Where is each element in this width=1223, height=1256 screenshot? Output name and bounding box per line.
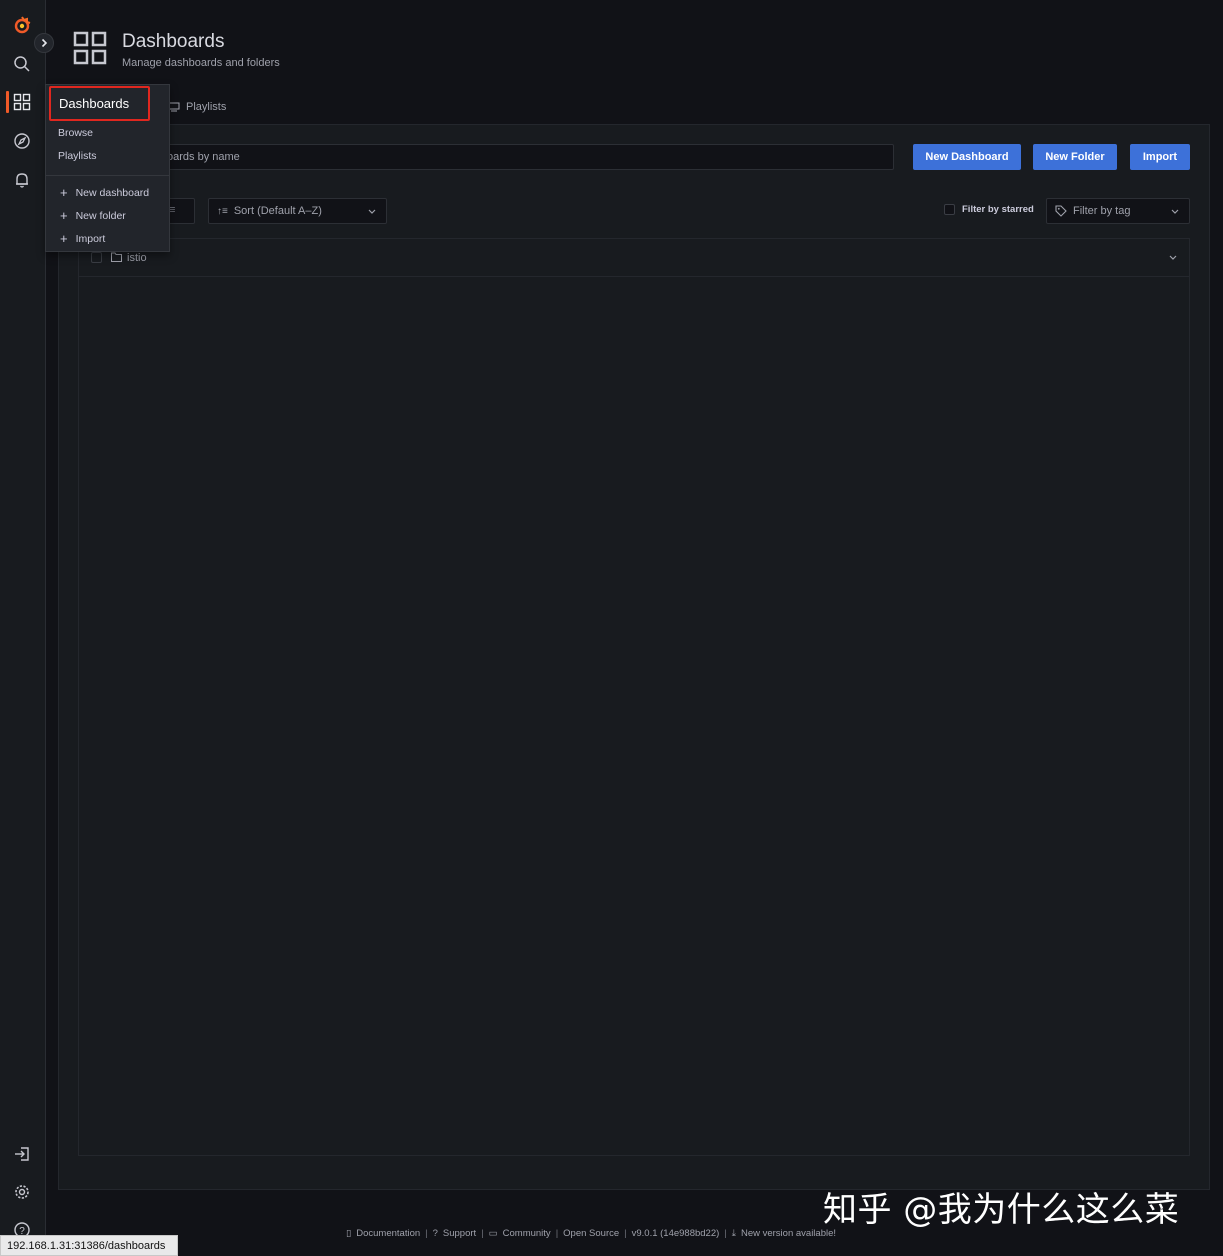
grafana-logo-icon[interactable] [11, 14, 33, 36]
folder-row[interactable]: istio [79, 239, 1189, 277]
footer-separator: | [555, 1228, 559, 1239]
menu-action-new-folder[interactable]: + New folder [60, 208, 126, 223]
tag-filter-select[interactable]: Filter by tag [1046, 198, 1190, 224]
footer-separator: | [624, 1228, 627, 1239]
footer-separator: | [481, 1228, 484, 1239]
expand-sidebar-button[interactable] [34, 33, 54, 53]
folder-checkbox[interactable] [91, 252, 102, 263]
footer-version: v9.0.1 (14e988bd22) [631, 1228, 720, 1239]
dashboards-icon[interactable] [11, 91, 33, 113]
footer-open-source-link[interactable]: Open Source [563, 1228, 619, 1239]
search-input[interactable]: oards by name [78, 144, 894, 170]
search-placeholder: oards by name [167, 151, 240, 163]
menu-item-playlists[interactable]: Playlists [58, 150, 97, 162]
footer-support-link[interactable]: Support [443, 1228, 476, 1239]
watermark: 知乎 @我为什么这么菜 [823, 1190, 1180, 1230]
page-header-dashboards-icon [72, 30, 108, 66]
plus-icon: + [60, 185, 68, 200]
page-subtitle: Manage dashboards and folders [122, 57, 280, 69]
alerting-bell-icon[interactable] [11, 169, 33, 191]
plus-icon: + [60, 208, 68, 223]
document-icon: ▯ [346, 1228, 352, 1239]
dashboards-menu: Dashboards Browse Playlists + New dashbo… [45, 84, 170, 252]
sort-select[interactable]: ↑≡ Sort (Default A–Z) [208, 198, 387, 224]
tab-playlists-label: Playlists [186, 101, 227, 113]
import-button[interactable]: Import [1130, 144, 1190, 170]
explore-compass-icon[interactable] [11, 130, 33, 152]
download-icon: ⤓ [731, 1228, 736, 1239]
menu-action-import[interactable]: + Import [60, 231, 106, 246]
footer-separator: | [425, 1228, 428, 1239]
menu-header-dashboards[interactable]: Dashboards [49, 86, 150, 121]
footer-separator: | [724, 1228, 727, 1239]
tab-playlists[interactable]: Playlists [168, 101, 226, 113]
active-indicator [6, 91, 9, 113]
menu-action-label: New dashboard [75, 187, 150, 199]
community-icon: ▭ [488, 1228, 498, 1239]
menu-divider [46, 175, 169, 176]
new-dashboard-button[interactable]: New Dashboard [913, 144, 1021, 170]
menu-action-new-dashboard[interactable]: + New dashboard [60, 185, 150, 200]
filter-starred-label: Filter by starred [962, 204, 1034, 215]
results-list: istio [78, 238, 1190, 1156]
folder-name: istio [127, 252, 147, 264]
footer-new-version-link[interactable]: New version available! [741, 1228, 836, 1239]
sort-icon: ↑≡ [217, 205, 228, 217]
footer: ▯ Documentation | ? Support | ▭ Communit… [346, 1228, 836, 1239]
page-title: Dashboards [122, 31, 225, 52]
filter-starred[interactable]: Filter by starred [944, 204, 1034, 215]
chevron-down-icon [1171, 209, 1179, 214]
chevron-right-icon [41, 38, 48, 48]
menu-item-browse[interactable]: Browse [58, 127, 93, 139]
folder-icon [111, 252, 122, 262]
tag-filter-placeholder: Filter by tag [1073, 205, 1131, 217]
status-url: 192.168.1.31:31386/dashboards [0, 1235, 178, 1256]
menu-action-label: New folder [75, 210, 126, 222]
footer-community-link[interactable]: Community [503, 1228, 551, 1239]
sign-in-icon[interactable] [11, 1143, 33, 1165]
new-folder-button[interactable]: New Folder [1033, 144, 1117, 170]
starred-checkbox[interactable] [944, 204, 955, 215]
chevron-down-icon[interactable] [1169, 255, 1177, 261]
sidebar: ? [0, 0, 46, 1256]
search-icon[interactable] [11, 53, 33, 75]
footer-documentation-link[interactable]: Documentation [356, 1228, 420, 1239]
chevron-down-icon [368, 209, 376, 214]
plus-icon: + [60, 231, 68, 246]
support-icon: ? [432, 1228, 438, 1239]
menu-action-label: Import [75, 233, 106, 245]
sort-select-value: Sort (Default A–Z) [233, 205, 322, 217]
settings-gear-icon[interactable] [11, 1181, 33, 1203]
tag-icon [1055, 205, 1067, 217]
